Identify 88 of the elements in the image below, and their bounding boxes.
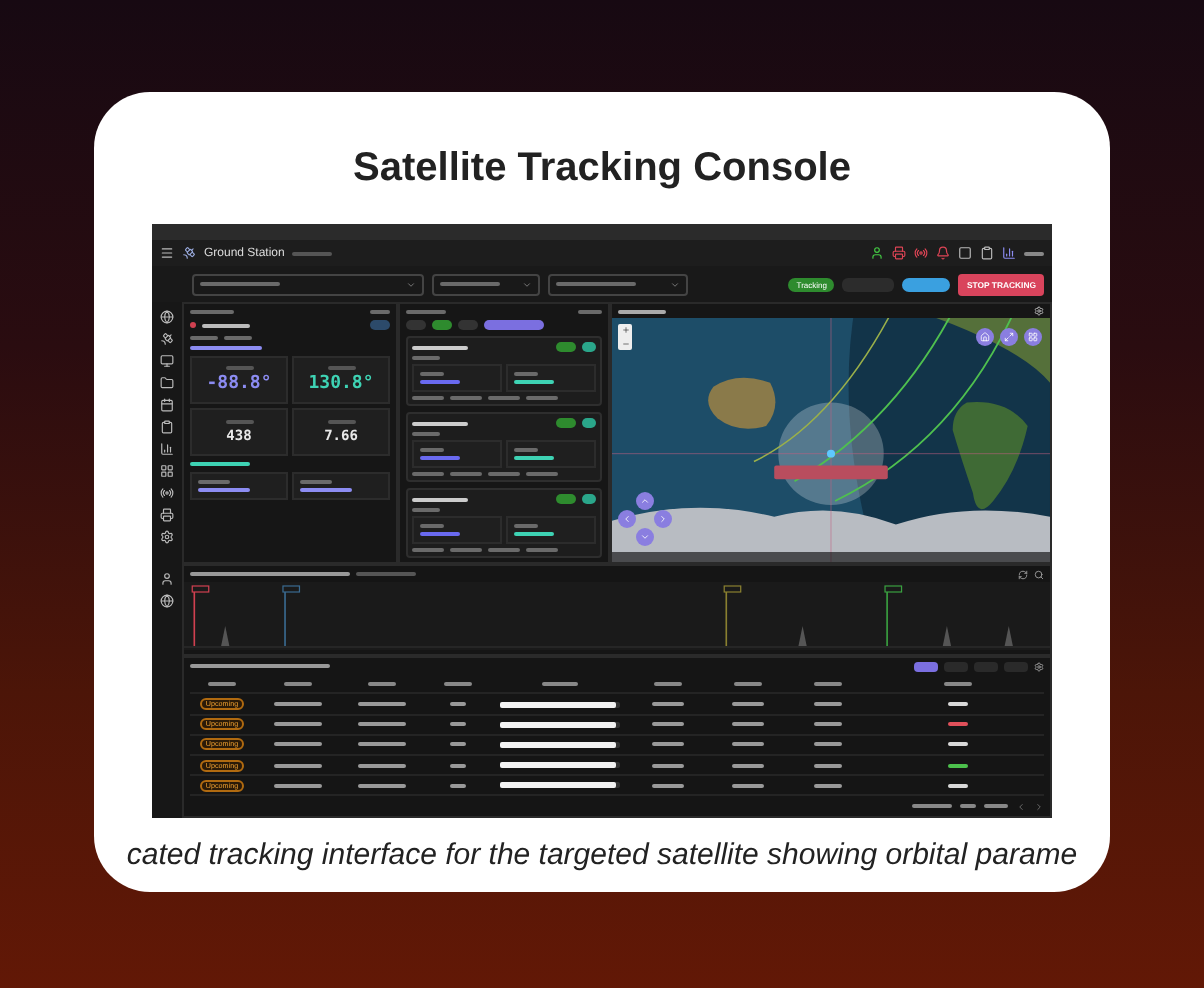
group-select[interactable] [432, 273, 540, 295]
settings-icon [1034, 661, 1044, 672]
next-icon [1034, 801, 1044, 812]
illegible-label [274, 742, 322, 747]
satellite-select[interactable] [192, 273, 424, 295]
satellite-icon [182, 246, 196, 260]
illegible-label [654, 682, 682, 687]
search-icon [1034, 569, 1044, 579]
illegible-label [274, 763, 322, 768]
illegible-label [274, 722, 322, 727]
status-tag [370, 320, 390, 330]
zoom-in-icon [621, 326, 629, 335]
active-tag [556, 342, 576, 352]
folder-icon [160, 376, 174, 390]
monitor-icon [160, 354, 174, 368]
illegible-label [960, 804, 976, 809]
caret-icon [670, 279, 680, 289]
zoom-control[interactable] [618, 324, 632, 350]
illegible-label [358, 722, 406, 727]
radio-icon [160, 486, 174, 500]
chart-icon [160, 442, 174, 456]
illegible-label [814, 722, 842, 727]
target-select[interactable] [548, 273, 688, 295]
clipboard-icon [980, 246, 994, 260]
frequency-pill [902, 277, 951, 291]
refresh-icon [1018, 569, 1028, 579]
illegible-label [732, 742, 764, 747]
status-dot [190, 322, 196, 328]
settings-icon [160, 530, 174, 544]
active-tag [556, 418, 576, 428]
illegible-label [190, 664, 330, 669]
user-icon [870, 246, 884, 260]
illegible-label [652, 742, 684, 747]
illegible-label [814, 682, 842, 687]
grid-icon [1028, 332, 1038, 342]
illegible-label [652, 722, 684, 727]
illegible-label [732, 783, 764, 788]
illegible-label [208, 682, 236, 687]
chart-icon [1002, 246, 1016, 260]
illegible-label [984, 804, 1008, 809]
user-icon [160, 572, 174, 586]
illegible-label [652, 783, 684, 788]
active-tag [556, 494, 576, 504]
illegible-label [358, 783, 406, 788]
filter-chip[interactable] [484, 320, 544, 330]
calendar-icon [160, 398, 174, 412]
caption: cated tracking interface for the targeted satellite showing orbital parame [126, 838, 1078, 872]
illegible-label [732, 722, 764, 727]
tx-tag [582, 418, 596, 428]
globe-icon [160, 310, 174, 324]
printer-icon [892, 246, 906, 260]
illegible-label [814, 763, 842, 768]
illegible-label [368, 682, 396, 687]
clipboard-icon [160, 420, 174, 434]
square-icon [958, 246, 972, 260]
illegible-label [734, 682, 762, 687]
illegible-label [943, 682, 971, 687]
illegible-label [814, 783, 842, 788]
filter-tab[interactable] [914, 661, 938, 672]
illegible-label [814, 742, 842, 747]
expand-icon [1004, 332, 1014, 342]
position-value: -88.8° [206, 374, 272, 394]
printer-icon [160, 508, 174, 522]
satellite-icon [160, 332, 174, 346]
zoom-out-icon [621, 339, 629, 348]
globe-icon [160, 594, 174, 608]
tx-tag [582, 494, 596, 504]
menu-icon [160, 246, 174, 260]
page-title: Satellite Tracking Console [353, 146, 851, 192]
illegible-label [444, 682, 472, 687]
illegible-label [732, 763, 764, 768]
home-icon [980, 332, 990, 342]
radio-icon [914, 246, 928, 260]
illegible-label [652, 763, 684, 768]
position-value: 130.8° [308, 374, 374, 394]
settings-icon [1034, 306, 1044, 316]
tx-tag [582, 342, 596, 352]
illegible-label [542, 682, 578, 687]
bell-icon [936, 246, 950, 260]
previous-icon [1016, 801, 1026, 812]
illegible-label [912, 804, 952, 809]
illegible-label [284, 682, 312, 687]
caret-icon [522, 279, 532, 289]
caret-icon [406, 279, 416, 289]
illegible-label [358, 742, 406, 747]
illegible-label [358, 763, 406, 768]
grid-icon [160, 464, 174, 478]
illegible-label [274, 783, 322, 788]
